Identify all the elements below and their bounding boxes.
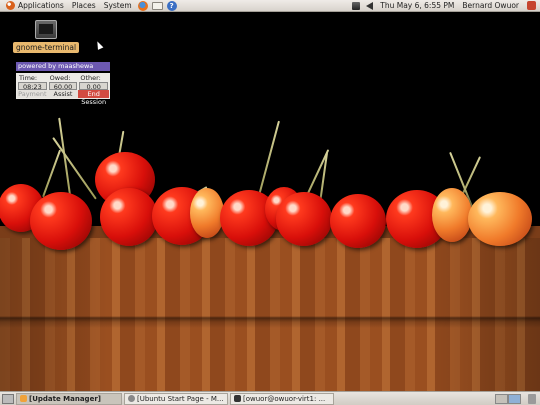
top-panel-tray: Thu May 6, 6:55 PM Bernard Owuor bbox=[349, 0, 540, 12]
main-menu: Applications Places System bbox=[0, 0, 136, 12]
mouse-cursor-icon bbox=[94, 40, 104, 50]
cherry bbox=[330, 194, 386, 248]
terminal-icon bbox=[35, 20, 57, 39]
task-label: [Update Manager] bbox=[29, 394, 101, 403]
session-buttons-row: Payment Assist End Session bbox=[17, 90, 110, 106]
top-panel: Applications Places System ? Thu May 6, … bbox=[0, 0, 540, 12]
ubuntu-logo-icon bbox=[6, 1, 15, 10]
wallpaper-shade bbox=[0, 238, 540, 391]
owed-header: Owed: bbox=[49, 74, 71, 82]
system-label: System bbox=[103, 1, 132, 10]
volume-icon[interactable] bbox=[366, 1, 374, 10]
cherry bbox=[432, 188, 472, 242]
payment-button[interactable]: Payment bbox=[17, 90, 48, 98]
session-header-row: Time: Owed: Other: bbox=[17, 74, 109, 82]
applications-label: Applications bbox=[18, 1, 64, 10]
cherry bbox=[468, 192, 532, 246]
session-widget: powered by maashewa Time: Owed: Other: 0… bbox=[16, 62, 110, 106]
applications-menu[interactable]: Applications bbox=[2, 0, 68, 12]
desktop: gnome-terminal powered by maashewa Time:… bbox=[0, 12, 540, 391]
update-manager-icon bbox=[20, 395, 27, 402]
session-panel: Time: Owed: Other: 08:23 60.00 0.00 Paym… bbox=[16, 73, 110, 106]
time-value: 08:23 bbox=[18, 82, 47, 91]
browser-icon bbox=[128, 395, 135, 402]
desktop-icon-label: gnome-terminal bbox=[12, 42, 80, 53]
show-desktop-icon[interactable] bbox=[2, 393, 14, 404]
places-menu[interactable]: Places bbox=[68, 0, 100, 12]
help-launcher-icon[interactable]: ? bbox=[166, 0, 177, 11]
time-header: Time: bbox=[19, 74, 38, 82]
power-icon[interactable] bbox=[527, 1, 536, 10]
mail-launcher-icon[interactable] bbox=[151, 1, 163, 10]
other-value: 0.00 bbox=[79, 82, 109, 91]
firefox-launcher-icon[interactable] bbox=[137, 0, 148, 11]
trash-icon[interactable] bbox=[528, 393, 536, 404]
workspace-1[interactable] bbox=[495, 393, 508, 404]
task-label: [Ubuntu Start Page - M... bbox=[137, 394, 224, 403]
session-values-row: 08:23 60.00 0.00 bbox=[17, 82, 109, 91]
cherry bbox=[276, 192, 332, 246]
task-update-manager[interactable]: [Update Manager] bbox=[16, 392, 122, 405]
cherry-stem bbox=[52, 136, 97, 200]
assist-button[interactable]: Assist bbox=[47, 90, 79, 98]
network-icon[interactable] bbox=[352, 1, 361, 10]
places-label: Places bbox=[71, 1, 96, 10]
desktop-icon-gnome-terminal[interactable]: gnome-terminal bbox=[12, 20, 80, 53]
other-header: Other: bbox=[80, 74, 101, 82]
task-ubuntu-start-page[interactable]: [Ubuntu Start Page - M... bbox=[124, 392, 228, 405]
cherry bbox=[100, 188, 158, 246]
terminal-icon bbox=[234, 395, 241, 402]
workspace-switcher bbox=[495, 393, 521, 404]
end-session-button[interactable]: End Session bbox=[78, 90, 110, 106]
task-label: [owuor@owuor-virt1: ... bbox=[243, 394, 326, 403]
owed-value: 60.00 bbox=[48, 82, 78, 91]
powered-by-banner: powered by maashewa bbox=[16, 62, 110, 71]
bottom-panel: [Update Manager] [Ubuntu Start Page - M.… bbox=[0, 391, 540, 405]
clock[interactable]: Thu May 6, 6:55 PM bbox=[376, 1, 458, 10]
user-switcher[interactable]: Bernard Owuor bbox=[458, 1, 523, 10]
task-terminal[interactable]: [owuor@owuor-virt1: ... bbox=[230, 392, 334, 405]
workspace-2[interactable] bbox=[508, 393, 521, 404]
system-menu[interactable]: System bbox=[100, 0, 136, 12]
cherry bbox=[190, 188, 224, 238]
cherry-stem bbox=[42, 149, 62, 198]
cherry bbox=[30, 192, 92, 250]
